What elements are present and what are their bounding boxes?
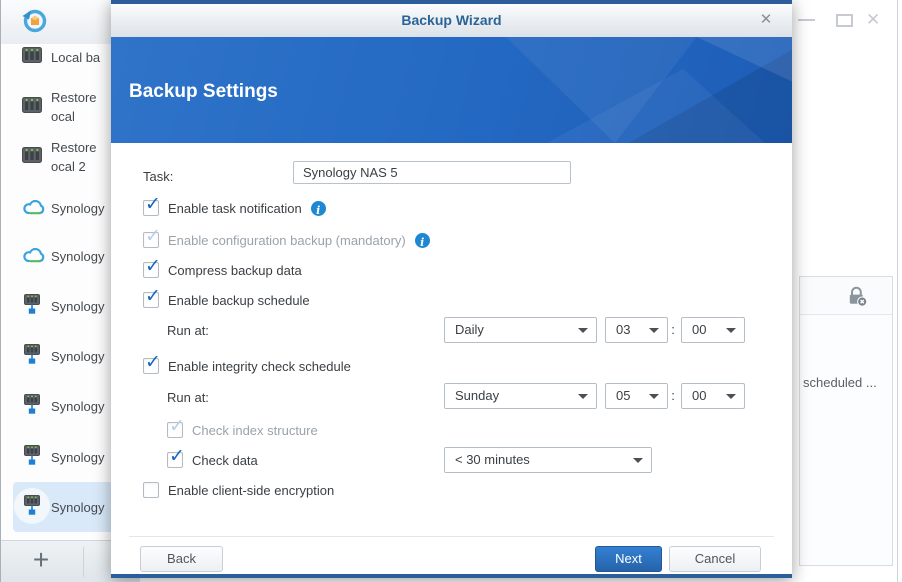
dropdown-value: < 30 minutes	[455, 448, 530, 472]
page-title: Backup Settings	[129, 81, 278, 103]
row-configuration-backup: Enable configuration backup (mandatory)	[143, 228, 430, 252]
dropdown-value: Sunday	[455, 384, 499, 408]
sidebar-item-label: Synology	[51, 199, 104, 218]
checkbox-label: Enable integrity check schedule	[168, 359, 351, 374]
info-icon[interactable]	[311, 201, 326, 216]
integrity-minute-dropdown[interactable]: 00	[681, 383, 745, 409]
dropdown-value: 05	[616, 384, 630, 408]
next-button[interactable]: Next	[595, 546, 662, 572]
add-task-button[interactable]: +	[25, 544, 57, 578]
row-compress-backup-data: Compress backup data	[143, 258, 302, 282]
row-check-data: Check data	[167, 448, 258, 472]
dialog-bottom-accent	[111, 574, 792, 578]
row-enable-backup-schedule: Enable backup schedule	[143, 288, 310, 312]
check-data-duration-dropdown[interactable]: < 30 minutes	[444, 447, 652, 473]
dialog-close-icon[interactable]	[756, 10, 776, 30]
checkbox-check-index-structure	[167, 422, 183, 438]
checkbox-label: Compress backup data	[168, 263, 302, 278]
time-separator: :	[668, 317, 678, 343]
run-at-label: Run at:	[167, 390, 209, 405]
sidebar-item-label: Restore	[51, 88, 97, 107]
panel-snippet-text: scheduled ...	[803, 375, 877, 390]
task-name-input[interactable]	[293, 161, 571, 184]
checkbox-label: Check index structure	[192, 423, 318, 438]
chevron-down-icon	[726, 328, 736, 333]
lock-unlocked-icon	[846, 285, 868, 307]
checkbox-compress-backup-data[interactable]	[143, 262, 159, 278]
info-icon[interactable]	[415, 233, 430, 248]
sidebar-item-label: Synology	[51, 397, 104, 416]
minimize-icon[interactable]	[798, 19, 815, 21]
c2-cloud-icon	[22, 198, 46, 216]
checkbox-client-side-encryption[interactable]	[143, 482, 159, 498]
checkbox-integrity-check-schedule[interactable]	[143, 358, 159, 374]
time-separator: :	[668, 383, 678, 409]
remote-nas-icon	[22, 344, 42, 365]
backup-minute-dropdown[interactable]: 00	[681, 317, 745, 343]
checkbox-enable-backup-schedule[interactable]	[143, 292, 159, 308]
sidebar-item-label: Local ba	[51, 48, 100, 67]
chevron-down-icon	[649, 328, 659, 333]
dialog-titlebar: Backup Wizard	[111, 4, 792, 38]
backup-hour-dropdown[interactable]: 03	[605, 317, 668, 343]
chevron-down-icon	[578, 328, 588, 333]
dialog-body: Task: Enable task notification Enable co…	[111, 143, 792, 574]
checkbox-enable-task-notification[interactable]	[143, 200, 159, 216]
run-at-label: Run at:	[167, 323, 209, 338]
sidebar-item-label-line2: ocal	[51, 107, 97, 126]
c2-cloud-icon	[22, 246, 46, 264]
window-right-border	[897, 0, 898, 582]
chevron-down-icon	[649, 394, 659, 399]
checkbox-check-data[interactable]	[167, 452, 183, 468]
row-check-index-structure: Check index structure	[167, 418, 318, 442]
dropdown-value: Daily	[455, 318, 484, 342]
chevron-down-icon	[578, 394, 588, 399]
sidebar-item-label: Synology	[51, 297, 104, 316]
sidebar-item-label: Synology	[51, 347, 104, 366]
dialog-banner: Backup Settings	[111, 37, 792, 143]
task-label: Task:	[143, 169, 173, 184]
chevron-down-icon	[633, 458, 643, 463]
dropdown-value: 00	[692, 318, 706, 342]
integrity-hour-dropdown[interactable]: 05	[605, 383, 668, 409]
checkbox-label: Enable configuration backup (mandatory)	[168, 233, 406, 248]
remote-nas-icon	[22, 445, 42, 466]
footer-divider	[129, 536, 774, 537]
checkbox-configuration-backup	[143, 232, 159, 248]
close-icon[interactable]	[866, 10, 880, 30]
back-button[interactable]: Back	[140, 546, 223, 572]
panel-header	[800, 277, 892, 315]
checkbox-label: Enable task notification	[168, 201, 302, 216]
checkbox-label: Enable client-side encryption	[168, 483, 334, 498]
checkbox-label: Check data	[192, 453, 258, 468]
dropdown-value: 03	[616, 318, 630, 342]
row-client-side-encryption: Enable client-side encryption	[143, 478, 334, 502]
screen: Local ba Restore ocal Restore oca	[0, 0, 902, 582]
remote-nas-icon	[22, 394, 42, 415]
remote-nas-icon	[22, 294, 42, 315]
nas-icon	[22, 147, 42, 163]
dialog-title: Backup Wizard	[111, 4, 792, 36]
backup-frequency-dropdown[interactable]: Daily	[444, 317, 597, 343]
task-detail-panel: scheduled ...	[799, 276, 893, 566]
backup-wizard-dialog: Backup Wizard Backup Settings Task: Enab…	[111, 0, 792, 578]
remote-nas-icon	[22, 495, 42, 516]
checkbox-label: Enable backup schedule	[168, 293, 310, 308]
sidebar-item-label: Synology	[51, 247, 104, 266]
integrity-frequency-dropdown[interactable]: Sunday	[444, 383, 597, 409]
sidebar-item-label: Synology	[51, 498, 104, 517]
toolbar-divider	[83, 547, 84, 577]
hyper-backup-logo-icon	[21, 7, 49, 35]
nas-icon	[22, 47, 42, 63]
cancel-button[interactable]: Cancel	[669, 546, 761, 572]
sidebar-item-label: Restore	[51, 138, 97, 157]
sidebar-item-label-line2: ocal 2	[51, 157, 97, 176]
chevron-down-icon	[726, 394, 736, 399]
nas-icon	[22, 97, 42, 113]
row-task-notification: Enable task notification	[143, 196, 326, 220]
maximize-icon[interactable]	[836, 14, 853, 27]
row-integrity-check-schedule: Enable integrity check schedule	[143, 354, 351, 378]
dropdown-value: 00	[692, 384, 706, 408]
sidebar-item-label: Synology	[51, 448, 104, 467]
